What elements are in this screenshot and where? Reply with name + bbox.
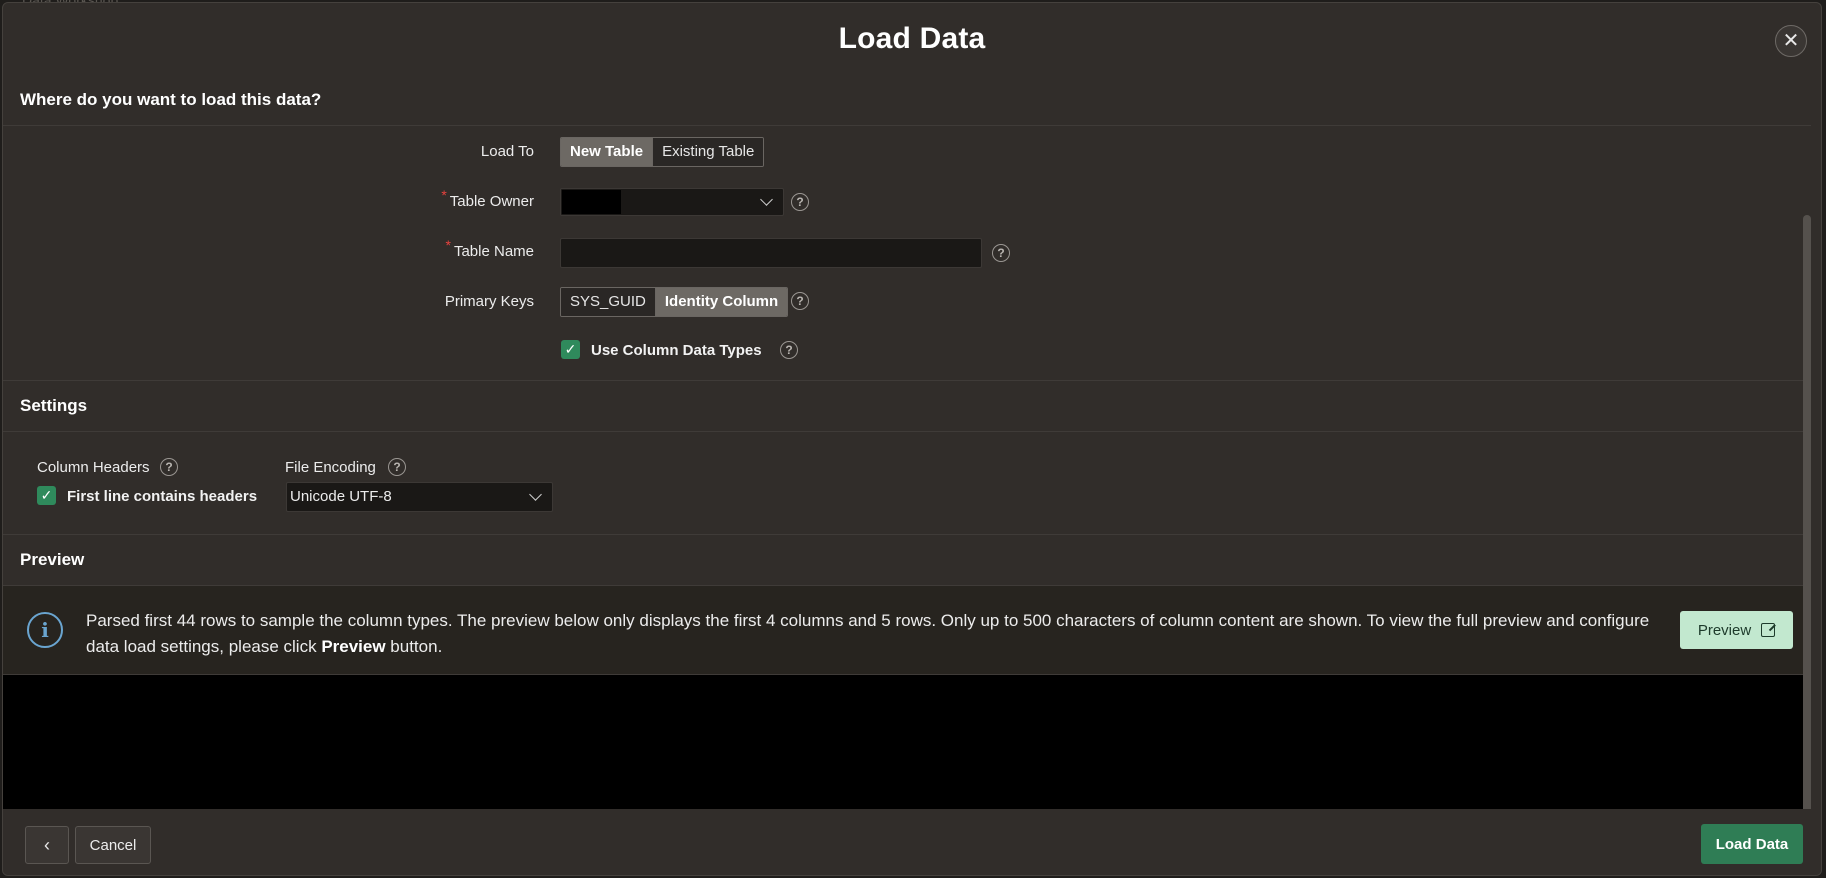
load-target-section: Where do you want to load this data? Loa… — [3, 75, 1811, 381]
redacted-preview-table — [3, 675, 1811, 809]
column-types-row: ✓ Use Column Data Types ? — [3, 328, 1811, 380]
dialog-title: Load Data — [838, 22, 986, 55]
table-owner-row: * Table Owner ? — [3, 178, 1811, 228]
settings-section: Settings Column Headers ? ✓ First line c… — [3, 381, 1811, 535]
settings-area: Column Headers ? ✓ First line contains h… — [3, 432, 1811, 534]
primary-keys-label: Primary Keys — [444, 293, 534, 310]
first-line-headers-label: First line contains headers — [67, 488, 258, 505]
table-name-row: * Table Name ? — [3, 228, 1811, 278]
chevron-left-icon: ‹ — [44, 834, 50, 855]
primary-keys-sys-guid-option[interactable]: SYS_GUID — [561, 288, 655, 316]
file-encoding-label: File Encoding — [285, 459, 376, 476]
use-column-data-types-checkbox[interactable]: ✓ — [561, 340, 580, 359]
load-to-row: Load To New Table Existing Table — [3, 128, 1811, 178]
table-owner-label: * Table Owner — [441, 187, 534, 210]
dialog-header: Load Data ✕ — [3, 3, 1821, 75]
required-marker: * — [441, 187, 447, 203]
file-encoding-value: Unicode UTF-8 — [290, 488, 392, 505]
column-data-types-help-icon[interactable]: ? — [780, 341, 798, 359]
checkmark-icon: ✓ — [564, 341, 577, 357]
table-name-label: * Table Name — [445, 237, 535, 260]
primary-keys-toggle: SYS_GUID Identity Column — [560, 287, 789, 317]
load-data-button[interactable]: Load Data — [1701, 824, 1803, 864]
back-button[interactable]: ‹ — [25, 826, 69, 864]
table-owner-select[interactable] — [560, 188, 784, 216]
table-name-input[interactable] — [560, 238, 982, 268]
checkmark-icon: ✓ — [40, 487, 53, 503]
load-target-heading: Where do you want to load this data? — [3, 75, 1811, 126]
preview-section: Preview i Parsed first 44 rows to sample… — [3, 535, 1811, 809]
preview-info-text: Parsed first 44 rows to sample the colum… — [86, 611, 1650, 656]
column-headers-label: Column Headers — [37, 459, 150, 476]
preview-info-bar: i Parsed first 44 rows to sample the col… — [3, 586, 1811, 675]
primary-keys-row: Primary Keys SYS_GUID Identity Column ? — [3, 278, 1811, 328]
vertical-scrollbar[interactable] — [1803, 215, 1811, 809]
load-to-label: Load To — [480, 143, 534, 160]
chevron-down-icon — [529, 488, 542, 501]
preview-heading: Preview — [3, 535, 1811, 586]
preview-button-label: Preview — [1697, 621, 1752, 639]
load-to-new-table-option[interactable]: New Table — [561, 138, 653, 166]
first-line-headers-checkbox[interactable]: ✓ — [37, 486, 56, 505]
preview-info-emphasis: Preview — [321, 637, 386, 656]
file-encoding-select[interactable]: Unicode UTF-8 — [286, 482, 553, 512]
required-marker: * — [445, 237, 451, 253]
primary-keys-help-icon[interactable]: ? — [791, 292, 809, 310]
preview-button[interactable]: Preview — [1680, 611, 1793, 649]
external-link-icon — [1761, 623, 1776, 637]
chevron-down-icon — [760, 193, 773, 206]
file-encoding-help-icon[interactable]: ? — [388, 458, 406, 476]
close-button[interactable]: ✕ — [1775, 25, 1807, 57]
load-to-existing-table-option[interactable]: Existing Table — [652, 138, 764, 166]
load-to-toggle: New Table Existing Table — [560, 137, 765, 167]
table-owner-help-icon[interactable]: ? — [791, 193, 809, 211]
cancel-button[interactable]: Cancel — [75, 826, 151, 864]
info-icon: i — [27, 612, 63, 648]
settings-heading: Settings — [3, 381, 1811, 432]
primary-keys-identity-column-option[interactable]: Identity Column — [654, 288, 788, 316]
use-column-data-types-label: Use Column Data Types — [591, 342, 762, 359]
close-icon: ✕ — [1782, 30, 1800, 52]
column-headers-help-icon[interactable]: ? — [160, 458, 178, 476]
dialog-footer: ‹ Cancel Load Data — [3, 809, 1821, 875]
load-data-dialog: Load Data ✕ Where do you want to load th… — [2, 2, 1822, 876]
redacted-owner-value — [562, 190, 621, 214]
dialog-body: Where do you want to load this data? Loa… — [3, 75, 1811, 809]
table-name-help-icon[interactable]: ? — [992, 244, 1010, 262]
